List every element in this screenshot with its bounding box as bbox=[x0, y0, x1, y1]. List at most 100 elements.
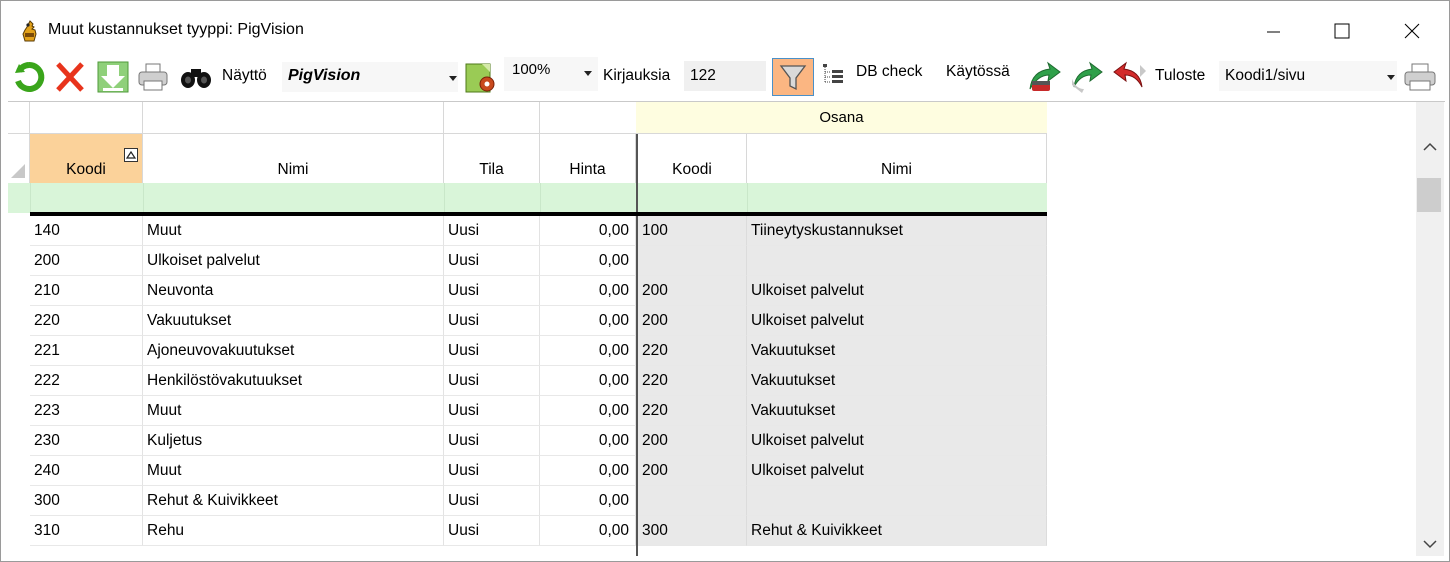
cell-nimi[interactable]: Rehut & Kuivikkeet bbox=[143, 486, 444, 516]
cell-osa-nimi[interactable]: Ulkoiset palvelut bbox=[747, 276, 1047, 306]
transfer-out-icon[interactable] bbox=[1110, 59, 1148, 95]
cell-koodi[interactable]: 140 bbox=[30, 216, 143, 246]
cell-tila[interactable]: Uusi bbox=[444, 516, 540, 546]
cell-hinta[interactable]: 0,00 bbox=[540, 456, 636, 486]
cell-hinta[interactable]: 0,00 bbox=[540, 396, 636, 426]
cell-nimi[interactable]: Rehu bbox=[143, 516, 444, 546]
scroll-up-icon[interactable] bbox=[1423, 142, 1437, 152]
minimize-button[interactable] bbox=[1251, 9, 1297, 53]
import-icon[interactable] bbox=[97, 61, 129, 93]
table-row[interactable]: 140 Muut Uusi 0,00 100 Tiineytyskustannukset bbox=[8, 216, 1047, 246]
cell-koodi[interactable]: 210 bbox=[30, 276, 143, 306]
cell-hinta[interactable]: 0,00 bbox=[540, 516, 636, 546]
cell-osa-koodi[interactable]: 100 bbox=[638, 216, 747, 246]
swap-icon[interactable] bbox=[1068, 59, 1106, 95]
cell-osa-nimi[interactable]: Vakuutukset bbox=[747, 336, 1047, 366]
column-header-nimi[interactable]: Nimi bbox=[143, 134, 444, 183]
cell-tila[interactable]: Uusi bbox=[444, 216, 540, 246]
cell-osa-koodi[interactable] bbox=[638, 246, 747, 276]
cell-koodi[interactable]: 230 bbox=[30, 426, 143, 456]
close-button[interactable] bbox=[1389, 9, 1435, 53]
cell-koodi[interactable]: 300 bbox=[30, 486, 143, 516]
cell-osa-koodi[interactable] bbox=[638, 486, 747, 516]
cell-hinta[interactable]: 0,00 bbox=[540, 306, 636, 336]
maximize-button[interactable] bbox=[1319, 9, 1365, 53]
table-row[interactable]: 220 Vakuutukset Uusi 0,00 200 Ulkoiset palvel… bbox=[8, 306, 1047, 336]
cell-koodi[interactable]: 220 bbox=[30, 306, 143, 336]
print-icon[interactable] bbox=[137, 61, 169, 93]
cell-osa-nimi[interactable] bbox=[747, 486, 1047, 516]
cell-tila[interactable]: Uusi bbox=[444, 366, 540, 396]
cell-nimi[interactable]: Muut bbox=[143, 216, 444, 246]
cell-osa-nimi[interactable]: Vakuutukset bbox=[747, 396, 1047, 426]
cell-osa-koodi[interactable]: 220 bbox=[638, 336, 747, 366]
cell-nimi[interactable]: Ulkoiset palvelut bbox=[143, 246, 444, 276]
cell-osa-koodi[interactable]: 200 bbox=[638, 306, 747, 336]
cell-koodi[interactable]: 223 bbox=[30, 396, 143, 426]
cell-osa-koodi[interactable]: 200 bbox=[638, 456, 747, 486]
cell-tila[interactable]: Uusi bbox=[444, 306, 540, 336]
cell-osa-nimi[interactable] bbox=[747, 246, 1047, 276]
column-header-koodi[interactable]: Koodi bbox=[30, 134, 143, 183]
cell-tila[interactable]: Uusi bbox=[444, 276, 540, 306]
cell-tila[interactable]: Uusi bbox=[444, 396, 540, 426]
table-row[interactable]: 310 Rehu Uusi 0,00 300 Rehut & Kuivikkeet bbox=[8, 516, 1047, 546]
cell-koodi[interactable]: 221 bbox=[30, 336, 143, 366]
cell-tila[interactable]: Uusi bbox=[444, 426, 540, 456]
cell-hinta[interactable]: 0,00 bbox=[540, 336, 636, 366]
column-header-tila[interactable]: Tila bbox=[444, 134, 540, 183]
cell-osa-koodi[interactable]: 200 bbox=[638, 276, 747, 306]
filter-button[interactable] bbox=[772, 58, 814, 96]
zoom-select[interactable]: 100% bbox=[504, 57, 598, 91]
cell-hinta[interactable]: 0,00 bbox=[540, 486, 636, 516]
cell-osa-nimi[interactable]: Ulkoiset palvelut bbox=[747, 306, 1047, 336]
print-preview-icon[interactable] bbox=[1403, 61, 1437, 93]
table-row[interactable]: 200 Ulkoiset palvelut Uusi 0,00 bbox=[8, 246, 1047, 276]
print-layout-select[interactable]: Koodi1/sivu bbox=[1219, 61, 1397, 91]
table-row[interactable]: 221 Ajoneuvovakuutukset Uusi 0,00 220 Vakuutu… bbox=[8, 336, 1047, 366]
delete-icon[interactable] bbox=[53, 61, 87, 93]
cell-hinta[interactable]: 0,00 bbox=[540, 366, 636, 396]
table-row[interactable]: 230 Kuljetus Uusi 0,00 200 Ulkoiset palvelut bbox=[8, 426, 1047, 456]
cell-nimi[interactable]: Vakuutukset bbox=[143, 306, 444, 336]
scroll-down-icon[interactable] bbox=[1423, 539, 1437, 549]
column-header-osa-nimi[interactable]: Nimi bbox=[747, 134, 1047, 183]
cell-osa-koodi[interactable]: 220 bbox=[638, 396, 747, 426]
settings-document-icon[interactable] bbox=[464, 60, 498, 94]
binoculars-icon[interactable] bbox=[179, 63, 215, 91]
cell-hinta[interactable]: 0,00 bbox=[540, 276, 636, 306]
cell-osa-nimi[interactable]: Vakuutukset bbox=[747, 366, 1047, 396]
table-row[interactable]: 223 Muut Uusi 0,00 220 Vakuutukset bbox=[8, 396, 1047, 426]
cell-nimi[interactable]: Henkilöstövakutuukset bbox=[143, 366, 444, 396]
vertical-scrollbar[interactable] bbox=[1416, 102, 1444, 556]
cell-nimi[interactable]: Neuvonta bbox=[143, 276, 444, 306]
table-row[interactable]: 222 Henkilöstövakutuukset Uusi 0,00 220 Vakuu… bbox=[8, 366, 1047, 396]
cell-osa-nimi[interactable]: Ulkoiset palvelut bbox=[747, 426, 1047, 456]
cell-tila[interactable]: Uusi bbox=[444, 336, 540, 366]
cell-nimi[interactable]: Ajoneuvovakuutukset bbox=[143, 336, 444, 366]
auto-filter-row[interactable] bbox=[8, 183, 1047, 213]
in-use-button[interactable]: Käytössä bbox=[946, 63, 1010, 81]
refresh-icon[interactable] bbox=[13, 61, 45, 93]
tree-list-icon[interactable] bbox=[821, 62, 845, 86]
cell-osa-koodi[interactable]: 200 bbox=[638, 426, 747, 456]
table-row[interactable]: 300 Rehut & Kuivikkeet Uusi 0,00 bbox=[8, 486, 1047, 516]
cell-nimi[interactable]: Muut bbox=[143, 396, 444, 426]
column-header-hinta[interactable]: Hinta bbox=[540, 134, 636, 183]
cell-hinta[interactable]: 0,00 bbox=[540, 216, 636, 246]
cell-osa-koodi[interactable]: 220 bbox=[638, 366, 747, 396]
cell-tila[interactable]: Uusi bbox=[444, 246, 540, 276]
cell-hinta[interactable]: 0,00 bbox=[540, 246, 636, 276]
cell-tila[interactable]: Uusi bbox=[444, 456, 540, 486]
cell-nimi[interactable]: Kuljetus bbox=[143, 426, 444, 456]
cell-koodi[interactable]: 200 bbox=[30, 246, 143, 276]
cell-nimi[interactable]: Muut bbox=[143, 456, 444, 486]
cell-hinta[interactable]: 0,00 bbox=[540, 426, 636, 456]
table-row[interactable]: 240 Muut Uusi 0,00 200 Ulkoiset palvelut bbox=[8, 456, 1047, 486]
cell-osa-koodi[interactable]: 300 bbox=[638, 516, 747, 546]
cell-tila[interactable]: Uusi bbox=[444, 486, 540, 516]
scrollbar-thumb[interactable] bbox=[1417, 178, 1441, 212]
cell-koodi[interactable]: 310 bbox=[30, 516, 143, 546]
db-check-button[interactable]: DB check bbox=[856, 63, 922, 81]
table-row[interactable]: 210 Neuvonta Uusi 0,00 200 Ulkoiset palvelut bbox=[8, 276, 1047, 306]
